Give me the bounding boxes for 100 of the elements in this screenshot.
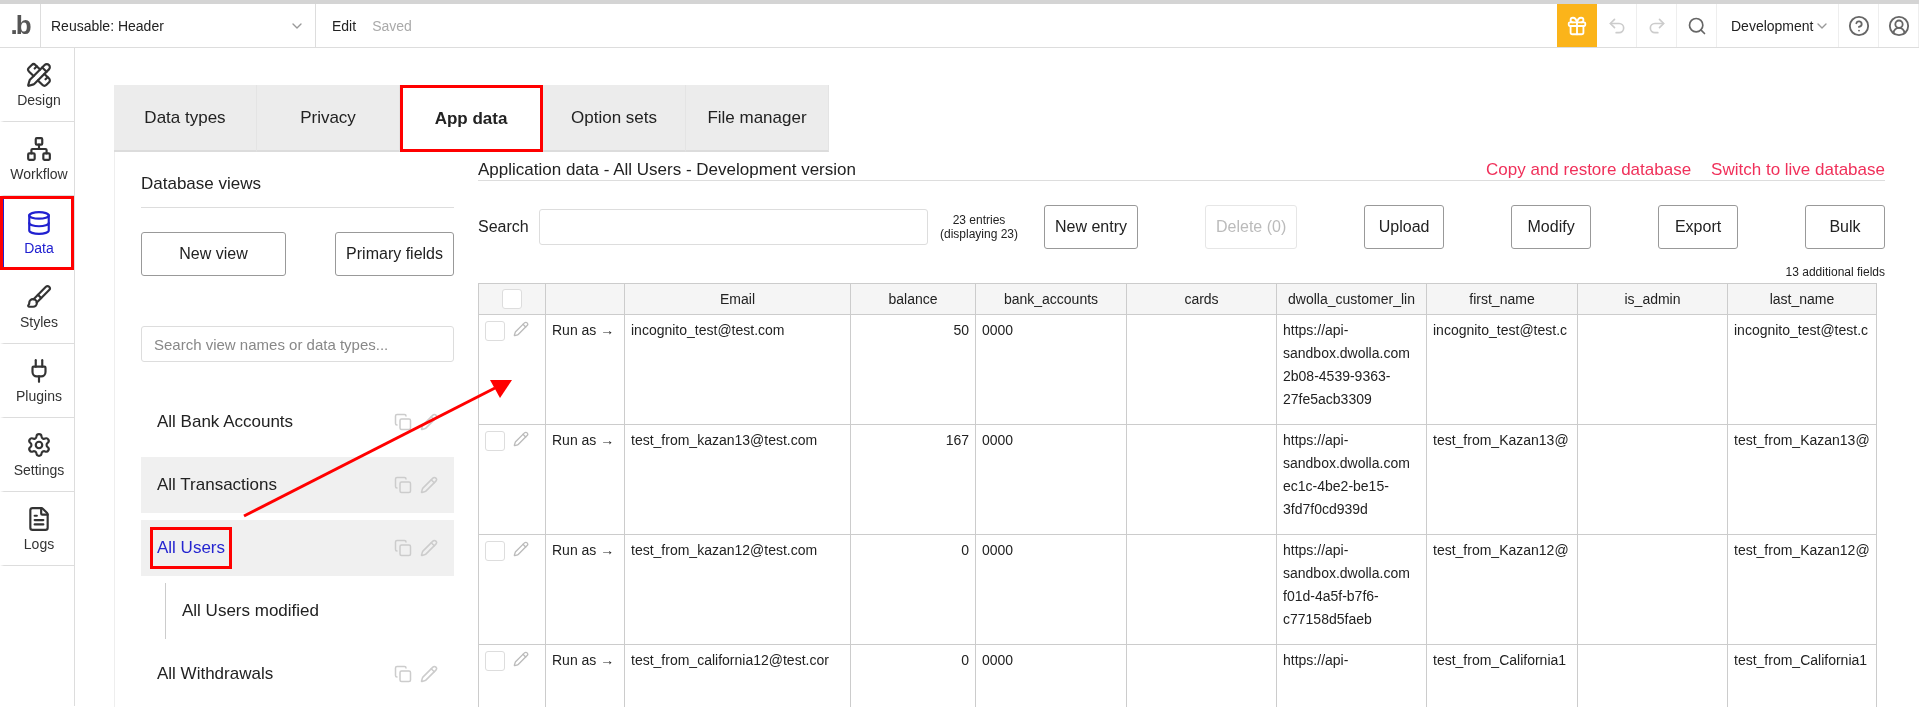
- sidebar-item[interactable]: Plugins: [0, 344, 74, 418]
- undo-icon: [1606, 15, 1627, 36]
- section-title: Application data - All Users - Development version: [478, 160, 856, 180]
- tab[interactable]: Option sets: [543, 85, 686, 152]
- column-header: first_name: [1427, 283, 1578, 315]
- column-header: last_name: [1728, 283, 1877, 315]
- copy-icon[interactable]: [394, 665, 412, 683]
- table-cell: https://api- sandbox.dwolla.com ec1c-4be2-be15- 3fd7f0cd939d: [1277, 425, 1427, 535]
- section-title: Database views: [141, 173, 261, 194]
- table-cell: 0000: [976, 645, 1127, 707]
- sidebar-item[interactable]: Workflow: [0, 122, 74, 196]
- table-cell: test_from_California1: [1427, 645, 1578, 707]
- search-field[interactable]: [539, 209, 928, 245]
- database-link[interactable]: Copy and restore database: [1486, 160, 1692, 180]
- column-header: bank_accounts: [976, 283, 1127, 315]
- table-cell: https://api- sandbox.dwolla.com f01d-4a5f-b7f6- c77158d5faeb: [1277, 535, 1427, 645]
- search-label: Search: [478, 218, 530, 236]
- select-all-checkbox[interactable]: [502, 289, 522, 309]
- view-row[interactable]: All Bank Accounts: [141, 394, 454, 450]
- table-cell: test_from_kazan12@test.com: [625, 535, 851, 645]
- run-as-link[interactable]: Run as →: [546, 535, 625, 645]
- row-checkbox[interactable]: [485, 321, 505, 341]
- gift-button[interactable]: [1557, 4, 1597, 47]
- view-name[interactable]: All Withdrawals: [153, 656, 278, 692]
- run-as-link[interactable]: Run as →: [546, 425, 625, 535]
- view-button[interactable]: Primary fields: [335, 232, 454, 276]
- action-button[interactable]: New entry: [1044, 205, 1139, 249]
- search-field[interactable]: Search view names or data types...: [141, 326, 454, 362]
- help-icon: [1847, 14, 1870, 37]
- table-cell: 50: [851, 315, 976, 425]
- pencil-icon[interactable]: [513, 651, 529, 667]
- action-button[interactable]: Modify: [1511, 205, 1592, 249]
- table-cell: 0: [851, 535, 976, 645]
- table-cell: test_from_Kazan12@: [1427, 535, 1578, 645]
- copy-icon[interactable]: [394, 539, 412, 557]
- view-row[interactable]: All Withdrawals: [141, 646, 454, 702]
- table-cell: incognito_test@test.c: [1728, 315, 1877, 425]
- user-avatar-icon: [1887, 14, 1910, 37]
- row-checkbox[interactable]: [485, 651, 505, 671]
- table-cell: incognito_test@test.c: [1427, 315, 1578, 425]
- view-name[interactable]: All Transactions: [153, 467, 281, 503]
- database-link[interactable]: Switch to live database: [1711, 160, 1885, 180]
- tab[interactable]: File manager: [686, 85, 829, 152]
- action-button[interactable]: Upload: [1364, 205, 1445, 249]
- edit-menu[interactable]: Edit: [332, 17, 357, 34]
- view-row[interactable]: All Users: [141, 520, 454, 576]
- workflow-icon: [26, 135, 52, 162]
- pencil-icon[interactable]: [513, 541, 529, 557]
- row-checkbox[interactable]: [485, 541, 505, 561]
- tab[interactable]: App data: [400, 85, 543, 152]
- pencil-icon[interactable]: [513, 431, 529, 447]
- table-cell: 0000: [976, 425, 1127, 535]
- column-header: cards: [1127, 283, 1277, 315]
- sidebar-item[interactable]: Styles: [0, 270, 74, 344]
- database-icon: [26, 209, 52, 236]
- table-cell: test_from_Kazan13@: [1427, 425, 1578, 535]
- pencil-icon[interactable]: [420, 413, 438, 431]
- view-row[interactable]: All Users modified: [165, 583, 454, 639]
- table-cell: 0000: [976, 315, 1127, 425]
- table-cell: incognito_test@test.com: [625, 315, 851, 425]
- table-cell: 167: [851, 425, 976, 535]
- column-header: balance: [851, 283, 976, 315]
- sidebar-item[interactable]: Design: [0, 48, 74, 122]
- table-cell: 0: [851, 645, 976, 707]
- view-name[interactable]: All Users modified: [178, 593, 323, 629]
- view-name[interactable]: All Bank Accounts: [153, 404, 298, 440]
- table-cell: test_from_California1: [1728, 645, 1877, 707]
- entry-count: 23 entries (displaying 23): [938, 213, 1019, 241]
- view-button[interactable]: New view: [141, 232, 286, 276]
- column-header: is_admin: [1578, 283, 1728, 315]
- page-dropdown[interactable]: Reusable: Header: [40, 4, 316, 47]
- copy-icon[interactable]: [394, 476, 412, 494]
- view-name[interactable]: All Users: [153, 530, 229, 566]
- table-cell: test_from_kazan13@test.com: [625, 425, 851, 535]
- table-cell: test_from_Kazan13@: [1728, 425, 1877, 535]
- settings-icon: [26, 431, 52, 458]
- environment-dropdown[interactable]: Development: [1717, 4, 1839, 47]
- copy-icon[interactable]: [394, 413, 412, 431]
- pencil-icon[interactable]: [513, 321, 529, 337]
- search-icon: [1686, 15, 1707, 36]
- row-checkbox[interactable]: [485, 431, 505, 451]
- tab[interactable]: Privacy: [257, 85, 400, 152]
- table-cell: test_from_Kazan12@: [1728, 535, 1877, 645]
- sidebar-item[interactable]: Settings: [0, 418, 74, 492]
- table-cell: https://api- sandbox.dwolla.com 2b08-4539-9363- 27fe5acb3309: [1277, 315, 1427, 425]
- action-button[interactable]: Export: [1658, 205, 1739, 249]
- table-cell: test_from_california12@test.cor: [625, 645, 851, 707]
- additional-fields-note: 13 additional fields: [1785, 265, 1885, 279]
- view-row[interactable]: All Transactions: [141, 457, 454, 513]
- column-header: Email: [625, 283, 851, 315]
- sidebar-item[interactable]: Data: [0, 196, 74, 270]
- tab[interactable]: Data types: [114, 85, 257, 152]
- run-as-link[interactable]: Run as →: [546, 315, 625, 425]
- table-cell: 0000: [976, 535, 1127, 645]
- save-status: Saved: [372, 17, 412, 34]
- document-icon: [26, 505, 52, 532]
- sidebar-item[interactable]: Logs: [0, 492, 74, 566]
- run-as-link[interactable]: Run as →: [546, 645, 625, 707]
- action-button[interactable]: Bulk: [1804, 205, 1885, 249]
- logo[interactable]: .b: [0, 10, 40, 41]
